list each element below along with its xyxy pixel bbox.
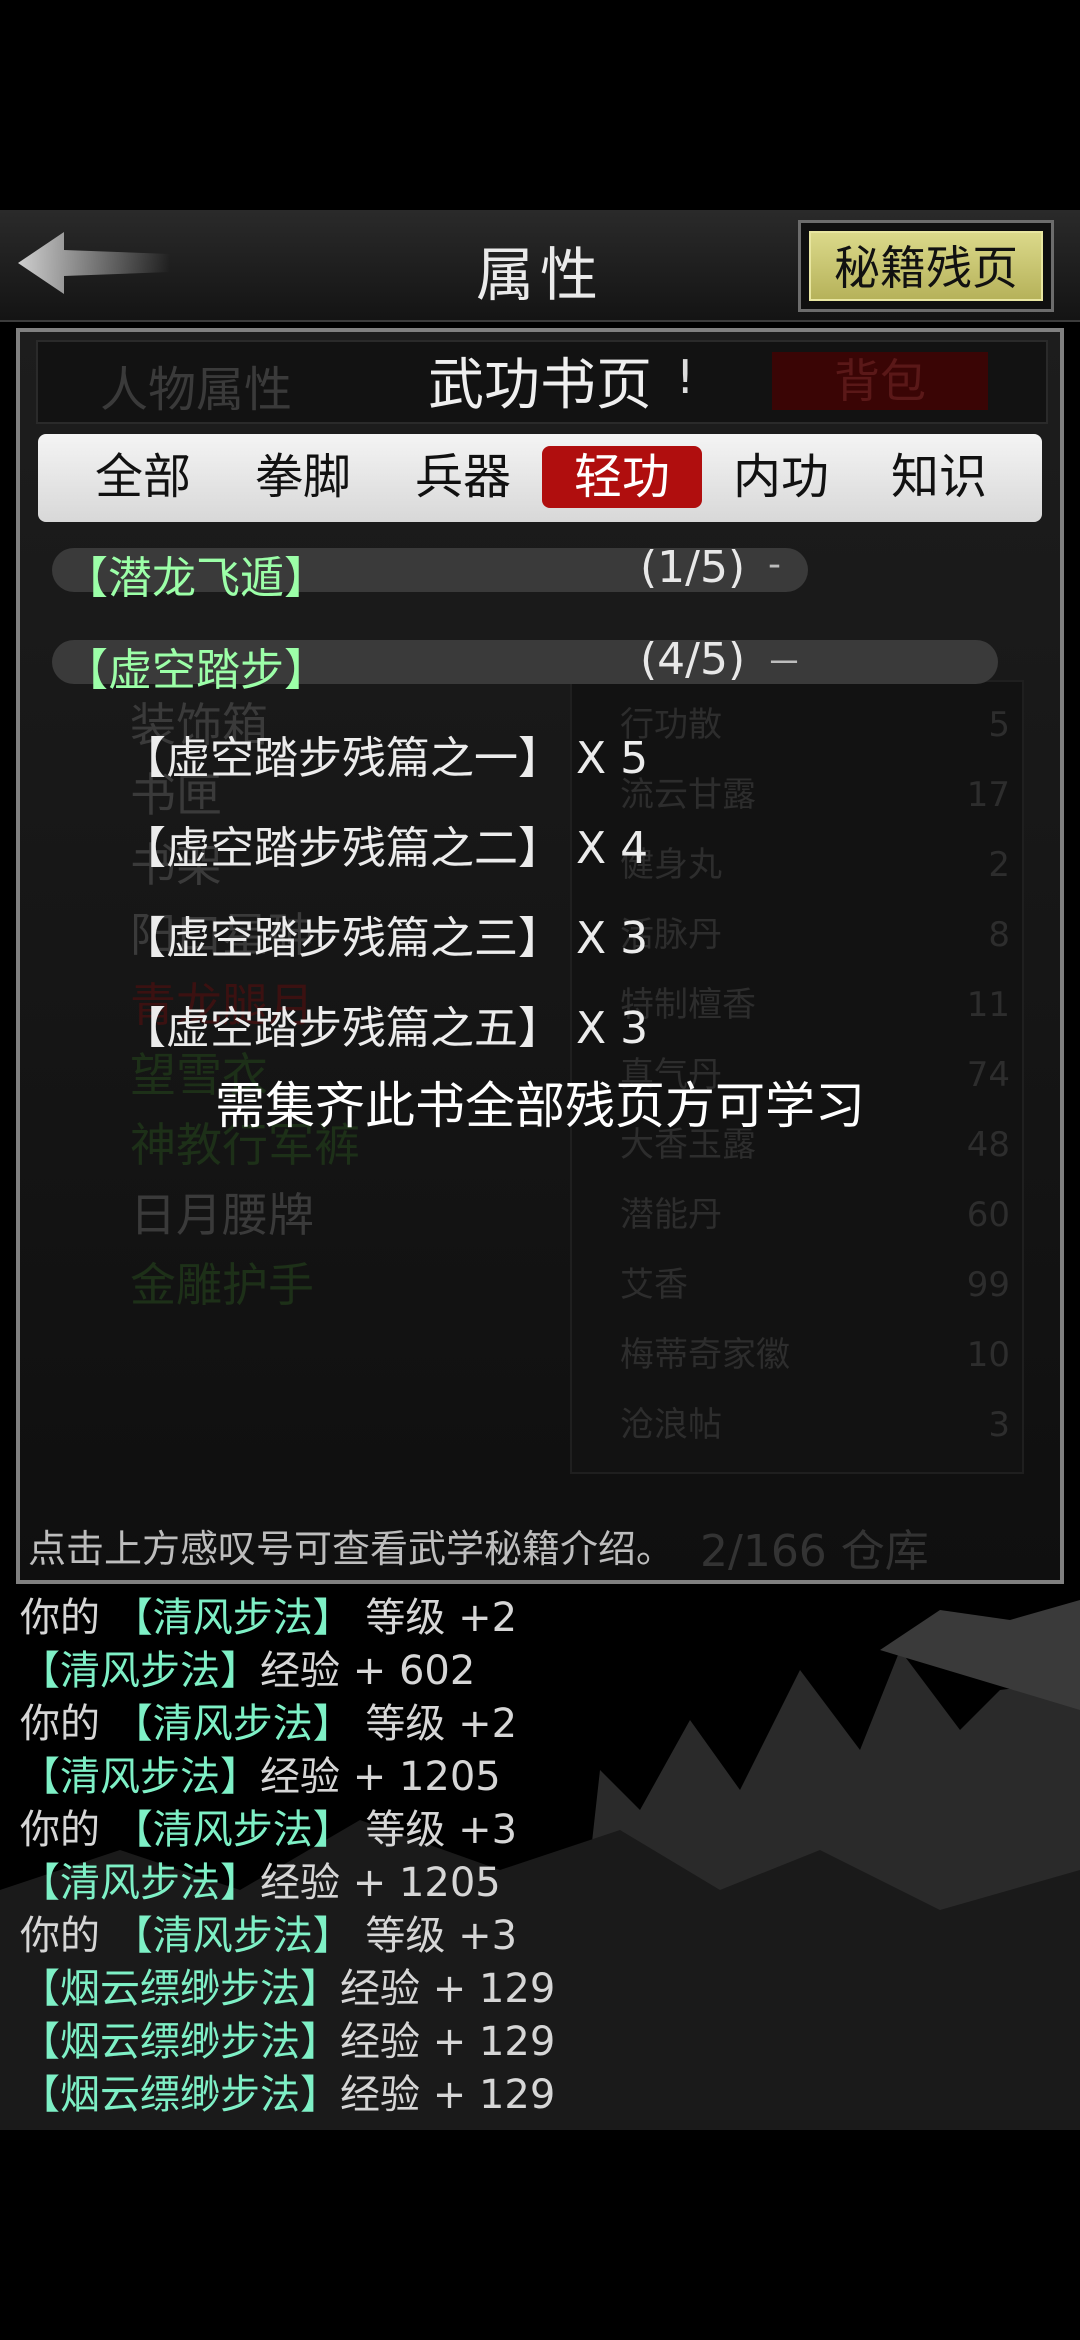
tab-knowledge[interactable]: 知识: [864, 446, 1014, 508]
hint-text: 点击上方感叹号可查看武学秘籍介绍。: [28, 1527, 675, 1571]
log-line: 你的 【清风步法】 等级 +2: [20, 1701, 518, 1747]
log-line: 【烟云缥缈步法】经验 + 129: [20, 1966, 556, 2012]
list-item: 沧浪帖 3: [620, 1405, 1010, 1445]
group-count: (4/5): [640, 634, 746, 685]
collapse-icon[interactable]: -: [768, 544, 781, 585]
list-item: 活脉丹 8: [620, 915, 1010, 955]
tab-weapon[interactable]: 兵器: [388, 446, 538, 508]
shard-item[interactable]: 【虚空踏步残篇之三】 X 3: [122, 902, 648, 966]
shard-pages-button[interactable]: 秘籍残页: [798, 220, 1054, 312]
list-item: 日月腰牌: [130, 1188, 314, 1242]
log-line: 【清风步法】经验 + 1205: [20, 1754, 501, 1800]
group-name: 【潜龙飞遁】: [64, 553, 328, 604]
shard-item[interactable]: 【虚空踏步残篇之一】 X 5: [122, 722, 648, 786]
log-line: 【清风步法】经验 + 602: [20, 1648, 476, 1694]
tab-lightness[interactable]: 轻功: [542, 446, 702, 508]
info-icon[interactable]: !: [676, 350, 694, 404]
category-tab-bar: 全部 拳脚 兵器 轻功 内功 知识: [38, 434, 1042, 522]
list-item: 健身丸 2: [620, 845, 1010, 885]
list-item: 梅蒂奇家徽 10: [620, 1335, 1010, 1375]
tab-fist[interactable]: 拳脚: [228, 446, 378, 508]
list-item: 特制檀香 11: [620, 985, 1010, 1025]
list-item: 行功散 5: [620, 705, 1010, 745]
shard-item[interactable]: 【虚空踏步残篇之二】 X 4: [122, 812, 648, 876]
background-footer: 2/166 仓库: [700, 1526, 929, 1577]
group-count: (1/5): [640, 542, 746, 593]
log-line: 【烟云缥缈步法】经验 + 129: [20, 2072, 556, 2118]
group-name: 【虚空踏步】: [64, 645, 328, 696]
expand-icon[interactable]: －: [766, 634, 802, 686]
battle-log: 你的 【清风步法】 等级 +2 【清风步法】经验 + 602 你的 【清风步法】…: [20, 1592, 555, 2122]
list-item: 潜能丹 60: [620, 1195, 1010, 1235]
tab-inner[interactable]: 内功: [706, 446, 856, 508]
dialog-title: 武功书页: [428, 353, 652, 418]
tab-all[interactable]: 全部: [68, 446, 218, 508]
list-item: 流云甘露 17: [620, 775, 1010, 815]
requirement-note: 需集齐此书全部残页方可学习: [215, 1077, 865, 1135]
log-line: 你的 【清风步法】 等级 +3: [20, 1913, 518, 1959]
log-line: 你的 【清风步法】 等级 +3: [20, 1807, 518, 1853]
log-line: 【清风步法】经验 + 1205: [20, 1860, 501, 1906]
list-item: 金雕护手: [130, 1258, 314, 1312]
shard-item[interactable]: 【虚空踏步残篇之五】 X 3: [122, 992, 648, 1056]
shard-pages-label: 秘籍残页: [809, 231, 1043, 301]
log-line: 你的 【清风步法】 等级 +2: [20, 1595, 518, 1641]
log-line: 【烟云缥缈步法】经验 + 129: [20, 2019, 556, 2065]
list-item: 艾香 99: [620, 1265, 1010, 1305]
